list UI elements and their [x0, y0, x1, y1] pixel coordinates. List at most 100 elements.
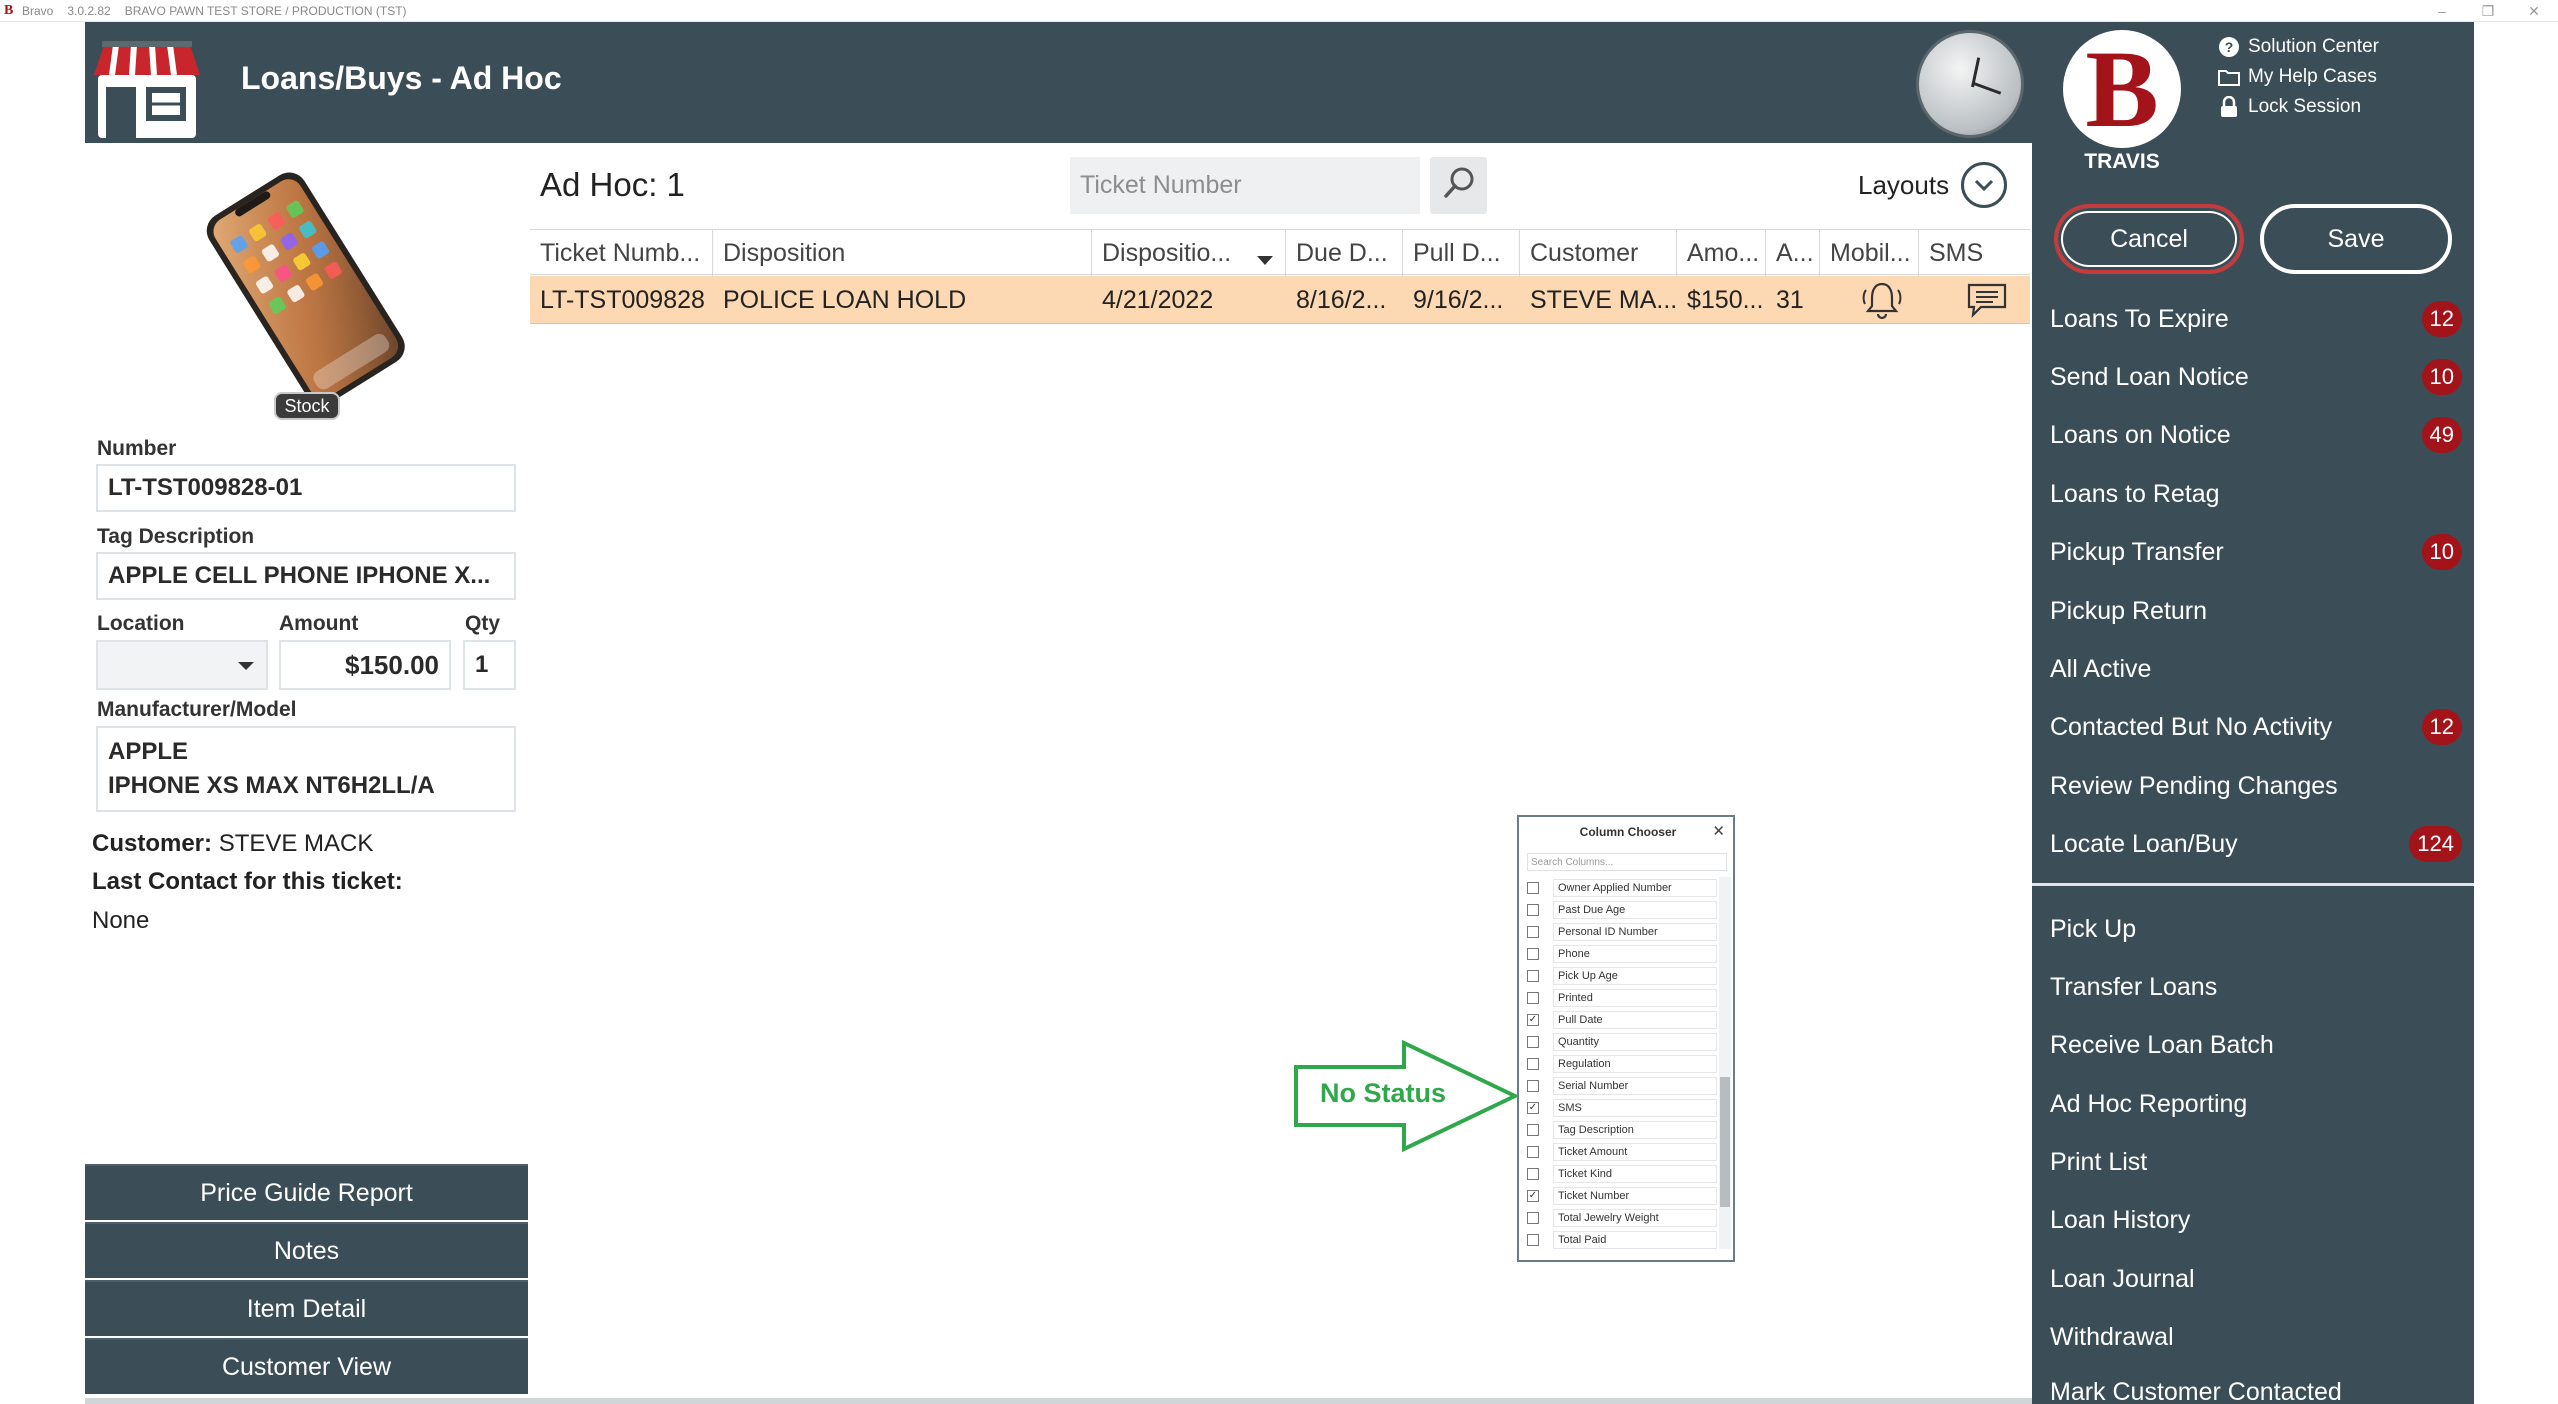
menu-item-locate-loan-buy[interactable]: Locate Loan/Buy 124 [2050, 819, 2470, 869]
column-option[interactable]: Tag Description [1527, 1119, 1717, 1141]
column-option[interactable]: Personal ID Number [1527, 921, 1717, 943]
minimize-icon[interactable]: – [2422, 0, 2462, 22]
checkbox-icon[interactable] [1527, 1146, 1539, 1158]
menu-item-loan-journal[interactable]: Loan Journal [2050, 1254, 2470, 1304]
column-header-sms[interactable]: SMS [1919, 230, 2030, 276]
restore-icon[interactable]: ❐ [2468, 0, 2508, 22]
checkbox-icon[interactable] [1527, 882, 1539, 894]
customer-view-button[interactable]: Customer View [85, 1338, 528, 1394]
menu-item-contacted-no-activity[interactable]: Contacted But No Activity 12 [2050, 702, 2470, 752]
count-badge: 124 [2409, 826, 2462, 862]
save-button[interactable]: Save [2260, 204, 2452, 274]
column-header-mobile[interactable]: Mobil... [1820, 230, 1919, 276]
my-help-cases-link[interactable]: My Help Cases [2218, 62, 2379, 92]
column-option[interactable]: Phone [1527, 943, 1717, 965]
checkbox-icon[interactable] [1527, 1036, 1539, 1048]
column-option[interactable]: Serial Number [1527, 1075, 1717, 1097]
lock-icon [2218, 96, 2240, 118]
column-header-pull-date[interactable]: Pull D... [1403, 230, 1520, 276]
checkbox-icon[interactable] [1527, 1212, 1539, 1224]
store-icon[interactable] [92, 35, 202, 140]
checkbox-icon[interactable] [1527, 992, 1539, 1004]
column-header-amount[interactable]: Amo... [1677, 230, 1766, 276]
menu-item-loans-to-retag[interactable]: Loans to Retag [2050, 469, 2470, 519]
notes-button[interactable]: Notes [85, 1222, 528, 1278]
menu-item-pickup-transfer[interactable]: Pickup Transfer 10 [2050, 527, 2470, 577]
location-label: Location [97, 612, 185, 635]
menu-item-withdrawal[interactable]: Withdrawal [2050, 1312, 2470, 1362]
qty-field[interactable]: 1 [463, 640, 516, 690]
column-list-scrollbar[interactable] [1719, 877, 1731, 1249]
manufacturer-line: APPLE [108, 738, 189, 765]
lock-session-link[interactable]: Lock Session [2218, 92, 2379, 122]
item-detail-button[interactable]: Item Detail [85, 1280, 528, 1336]
menu-item-pick-up[interactable]: Pick Up [2050, 904, 2470, 954]
column-option[interactable]: ✓ Ticket Number [1527, 1185, 1717, 1207]
checkbox-icon[interactable] [1527, 1080, 1539, 1092]
checkbox-icon[interactable] [1527, 948, 1539, 960]
manufacturer-model-field[interactable]: APPLE IPHONE XS MAX NT6H2LL/A [96, 726, 516, 812]
location-select[interactable] [96, 640, 268, 690]
checked-checkbox-icon[interactable]: ✓ [1527, 1102, 1539, 1114]
column-header-ticket-number[interactable]: Ticket Numb... [530, 230, 713, 276]
search-button[interactable] [1430, 157, 1487, 214]
table-row[interactable]: LT-TST009828 POLICE LOAN HOLD 4/21/2022 … [530, 276, 2030, 324]
scrollbar-thumb[interactable] [1720, 1077, 1730, 1207]
column-option[interactable]: Past Due Age [1527, 899, 1717, 921]
menu-item-mark-customer-contacted[interactable]: Mark Customer Contacted [2050, 1370, 2470, 1404]
column-option[interactable]: Owner Applied Number [1527, 877, 1717, 899]
column-option[interactable]: ✓ SMS [1527, 1097, 1717, 1119]
menu-item-print-list[interactable]: Print List [2050, 1137, 2470, 1187]
layouts-dropdown[interactable]: Layouts [1858, 162, 2008, 208]
checked-checkbox-icon[interactable]: ✓ [1527, 1190, 1539, 1202]
column-option[interactable]: Ticket Kind [1527, 1163, 1717, 1185]
search-columns-input[interactable]: Search Columns... [1527, 853, 1727, 871]
column-option[interactable]: Pick Up Age [1527, 965, 1717, 987]
checkbox-icon[interactable] [1527, 1058, 1539, 1070]
cancel-button[interactable]: Cancel [2054, 204, 2244, 274]
menu-item-pickup-return[interactable]: Pickup Return [2050, 586, 2470, 636]
bell-ringing-icon[interactable] [1850, 276, 1910, 324]
column-header-customer[interactable]: Customer [1520, 230, 1677, 276]
close-icon[interactable]: ✕ [1712, 822, 1725, 840]
menu-item-loan-history[interactable]: Loan History [2050, 1195, 2470, 1245]
tag-description-field[interactable]: APPLE CELL PHONE IPHONE X... [96, 552, 516, 600]
column-header-disposition[interactable]: Disposition [713, 230, 1092, 276]
menu-item-ad-hoc-reporting[interactable]: Ad Hoc Reporting [2050, 1079, 2470, 1129]
checkbox-icon[interactable] [1527, 970, 1539, 982]
column-option[interactable]: Total Paid [1527, 1229, 1717, 1251]
number-field[interactable]: LT-TST009828-01 [96, 464, 516, 512]
column-option[interactable]: Total Jewelry Weight [1527, 1207, 1717, 1229]
item-photo[interactable] [175, 170, 435, 420]
menu-item-receive-loan-batch[interactable]: Receive Loan Batch [2050, 1020, 2470, 1070]
column-header-age[interactable]: A... [1766, 230, 1820, 276]
price-guide-report-button[interactable]: Price Guide Report [85, 1164, 528, 1220]
column-option-label: Personal ID Number [1553, 923, 1717, 941]
column-option[interactable]: Printed [1527, 987, 1717, 1009]
clock-icon[interactable] [1916, 30, 2024, 138]
checkbox-icon[interactable] [1527, 1234, 1539, 1246]
close-window-icon[interactable]: ✕ [2514, 0, 2554, 22]
column-option[interactable]: ✓ Pull Date [1527, 1009, 1717, 1031]
checkbox-icon[interactable] [1527, 926, 1539, 938]
amount-field[interactable]: $150.00 [279, 640, 451, 690]
checked-checkbox-icon[interactable]: ✓ [1527, 1014, 1539, 1026]
menu-item-all-active[interactable]: All Active [2050, 644, 2470, 694]
checkbox-icon[interactable] [1527, 904, 1539, 916]
ticket-search-input[interactable]: Ticket Number [1070, 157, 1420, 214]
message-icon[interactable] [1955, 276, 2015, 324]
column-option[interactable]: Regulation [1527, 1053, 1717, 1075]
column-header-due-date[interactable]: Due D... [1286, 230, 1403, 276]
menu-item-label: Contacted But No Activity [2050, 712, 2333, 741]
menu-item-loans-on-notice[interactable]: Loans on Notice 49 [2050, 410, 2470, 460]
menu-item-loans-to-expire[interactable]: Loans To Expire 12 [2050, 294, 2470, 344]
checkbox-icon[interactable] [1527, 1168, 1539, 1180]
menu-item-transfer-loans[interactable]: Transfer Loans [2050, 962, 2470, 1012]
solution-center-link[interactable]: ? Solution Center [2218, 32, 2379, 62]
column-option[interactable]: Ticket Amount [1527, 1141, 1717, 1163]
column-option[interactable]: Quantity [1527, 1031, 1717, 1053]
checkbox-icon[interactable] [1527, 1124, 1539, 1136]
column-header-disposition-date[interactable]: Dispositio... [1092, 230, 1286, 276]
menu-item-review-pending-changes[interactable]: Review Pending Changes [2050, 761, 2470, 811]
menu-item-send-loan-notice[interactable]: Send Loan Notice 10 [2050, 352, 2470, 402]
